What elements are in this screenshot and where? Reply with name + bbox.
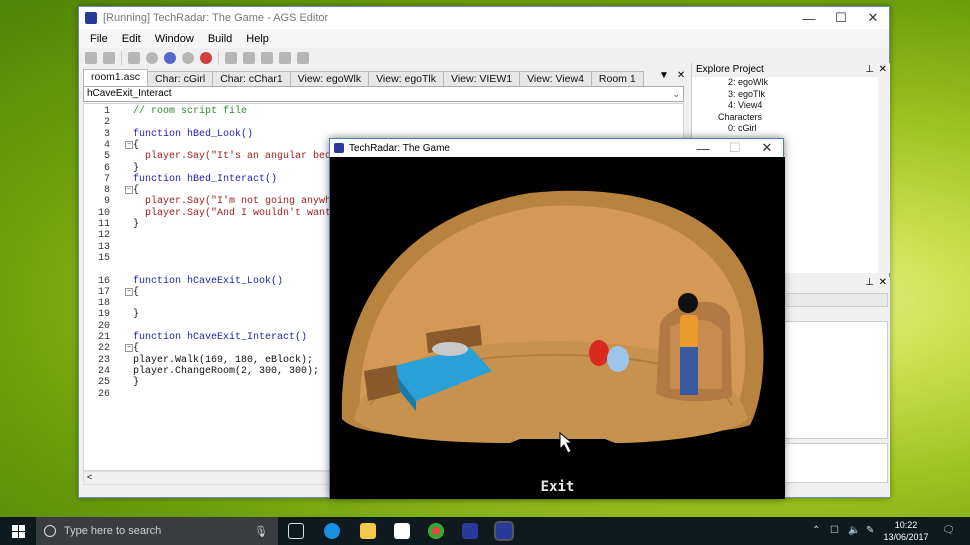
close-icon[interactable]: ✕: [857, 10, 889, 26]
menu-window[interactable]: Window: [148, 33, 201, 45]
editor-title: [Running] TechRadar: The Game - AGS Edit…: [103, 12, 329, 24]
minimize-icon[interactable]: —: [793, 11, 825, 26]
document-tabs: room1.asc Char: cGirl Char: cChar1 View:…: [79, 69, 691, 86]
cut-icon[interactable]: [225, 52, 237, 64]
toolbar-separator: [218, 51, 219, 65]
chevron-down-icon: ⌄: [672, 89, 680, 99]
task-view-icon[interactable]: [288, 523, 304, 539]
build-icon[interactable]: [128, 52, 140, 64]
tree-item[interactable]: 3: egoTlk: [692, 89, 890, 101]
file-explorer-icon[interactable]: [360, 523, 376, 539]
paste-icon[interactable]: [261, 52, 273, 64]
close-icon[interactable]: ✕: [751, 140, 783, 156]
character-head: [678, 293, 698, 313]
game-titlebar[interactable]: TechRadar: The Game — ☐ ✕: [330, 139, 783, 157]
game-taskbar-icon[interactable]: [494, 521, 514, 541]
vertical-scrollbar[interactable]: [878, 77, 890, 273]
fold-toggle-icon[interactable]: −: [125, 186, 133, 195]
network-icon[interactable]: ☐: [830, 525, 839, 536]
menu-build[interactable]: Build: [201, 33, 239, 45]
maximize-icon[interactable]: ☐: [719, 140, 751, 156]
menu-help[interactable]: Help: [239, 33, 276, 45]
fold-toggle-icon[interactable]: −: [125, 140, 133, 149]
tab-close-icon[interactable]: ✕: [677, 70, 685, 81]
toolbar-separator: [121, 51, 122, 65]
step-icon[interactable]: [182, 52, 194, 64]
microphone-icon[interactable]: 🎙: [254, 525, 268, 538]
search-placeholder: Type here to search: [64, 525, 162, 537]
menu-file[interactable]: File: [83, 33, 115, 45]
function-selector-value: hCaveExit_Interact: [87, 88, 172, 99]
ags-editor-taskbar-icon[interactable]: [462, 523, 478, 539]
pen-icon[interactable]: ✎: [866, 525, 874, 536]
fold-toggle-icon[interactable]: −: [125, 344, 133, 353]
menu-bar: File Edit Window Build Help: [79, 29, 889, 48]
cortana-icon: [44, 525, 56, 537]
tree-item[interactable]: 4: View4: [692, 100, 890, 112]
notifications-icon[interactable]: 🗨: [942, 525, 955, 536]
tree-item[interactable]: 2: egoWlk: [692, 77, 890, 89]
tab-view-egowlk[interactable]: View: egoWlk: [289, 71, 370, 86]
edge-icon[interactable]: [324, 523, 340, 539]
explore-project-title: Explore Project: [696, 64, 764, 75]
pin-icon[interactable]: ⊥: [865, 277, 874, 288]
function-selector[interactable]: hCaveExit_Interact ⌄: [83, 86, 684, 102]
tab-dropdown-icon[interactable]: ▼: [659, 70, 669, 81]
tree-item-characters[interactable]: Characters: [692, 112, 890, 124]
code-line: 2: [103, 117, 110, 129]
volume-icon[interactable]: 🔈: [848, 525, 860, 536]
editor-titlebar[interactable]: [Running] TechRadar: The Game - AGS Edit…: [79, 7, 889, 29]
system-clock[interactable]: 10:22 13/06/2017: [880, 519, 932, 543]
minimize-icon[interactable]: —: [687, 141, 719, 156]
tab-view-egotlk[interactable]: View: egoTlk: [368, 71, 445, 86]
pause-icon[interactable]: [164, 52, 176, 64]
redo-icon[interactable]: [297, 52, 309, 64]
panel-close-icon[interactable]: ✕: [879, 63, 887, 77]
run-icon[interactable]: [146, 52, 158, 64]
hotspot-label: Exit: [540, 479, 575, 495]
tab-char-cgirl[interactable]: Char: cGirl: [147, 71, 214, 86]
tab-view-view4[interactable]: View: View4: [519, 71, 592, 86]
panel-close-icon[interactable]: ✕: [879, 277, 887, 288]
cave-room-scene[interactable]: [330, 157, 785, 499]
character-legs: [680, 347, 698, 395]
explore-project-header: Explore Project ⊥ ✕: [692, 63, 890, 77]
windows-logo-icon: [11, 524, 25, 538]
pin-icon[interactable]: ⊥: [865, 63, 874, 77]
tab-char-cchar1[interactable]: Char: cChar1: [212, 71, 291, 86]
tab-room-1[interactable]: Room 1: [590, 71, 644, 86]
ags-app-icon: [334, 143, 344, 153]
blue-jar: [607, 346, 629, 372]
character-torso: [680, 315, 698, 349]
pillow: [432, 342, 468, 356]
tab-view-view1[interactable]: View: VIEW1: [443, 71, 521, 86]
chevron-up-icon[interactable]: ⌃: [812, 525, 820, 536]
game-window: TechRadar: The Game — ☐ ✕ Exit: [329, 138, 785, 499]
undo-icon[interactable]: [279, 52, 291, 64]
start-button[interactable]: [0, 517, 36, 545]
tab-room1-asc[interactable]: room1.asc: [83, 69, 149, 86]
scroll-left-icon[interactable]: <: [84, 472, 92, 482]
taskbar-search[interactable]: Type here to search 🎙: [36, 517, 278, 545]
windows-taskbar: Type here to search 🎙 ⌃ ☐ 🔈 ✎ 10:22 13/0…: [0, 517, 970, 545]
clock-time: 10:22: [894, 520, 918, 530]
code-line: 1// room script file: [103, 106, 248, 117]
game-title: TechRadar: The Game: [349, 142, 450, 154]
red-jar: [589, 340, 609, 366]
store-icon[interactable]: [394, 523, 410, 539]
maximize-icon[interactable]: ☐: [825, 10, 857, 26]
open-icon[interactable]: [85, 52, 97, 64]
copy-icon[interactable]: [243, 52, 255, 64]
chrome-icon[interactable]: [428, 523, 444, 539]
tree-item[interactable]: 0: cGirl: [692, 123, 890, 135]
clock-date: 13/06/2017: [883, 532, 929, 542]
fold-toggle-icon[interactable]: −: [125, 287, 133, 296]
stop-icon[interactable]: [200, 52, 212, 64]
menu-edit[interactable]: Edit: [115, 33, 148, 45]
tab-controls: ▼ ✕: [659, 70, 689, 81]
save-icon[interactable]: [103, 52, 115, 64]
ags-app-icon: [85, 12, 97, 24]
